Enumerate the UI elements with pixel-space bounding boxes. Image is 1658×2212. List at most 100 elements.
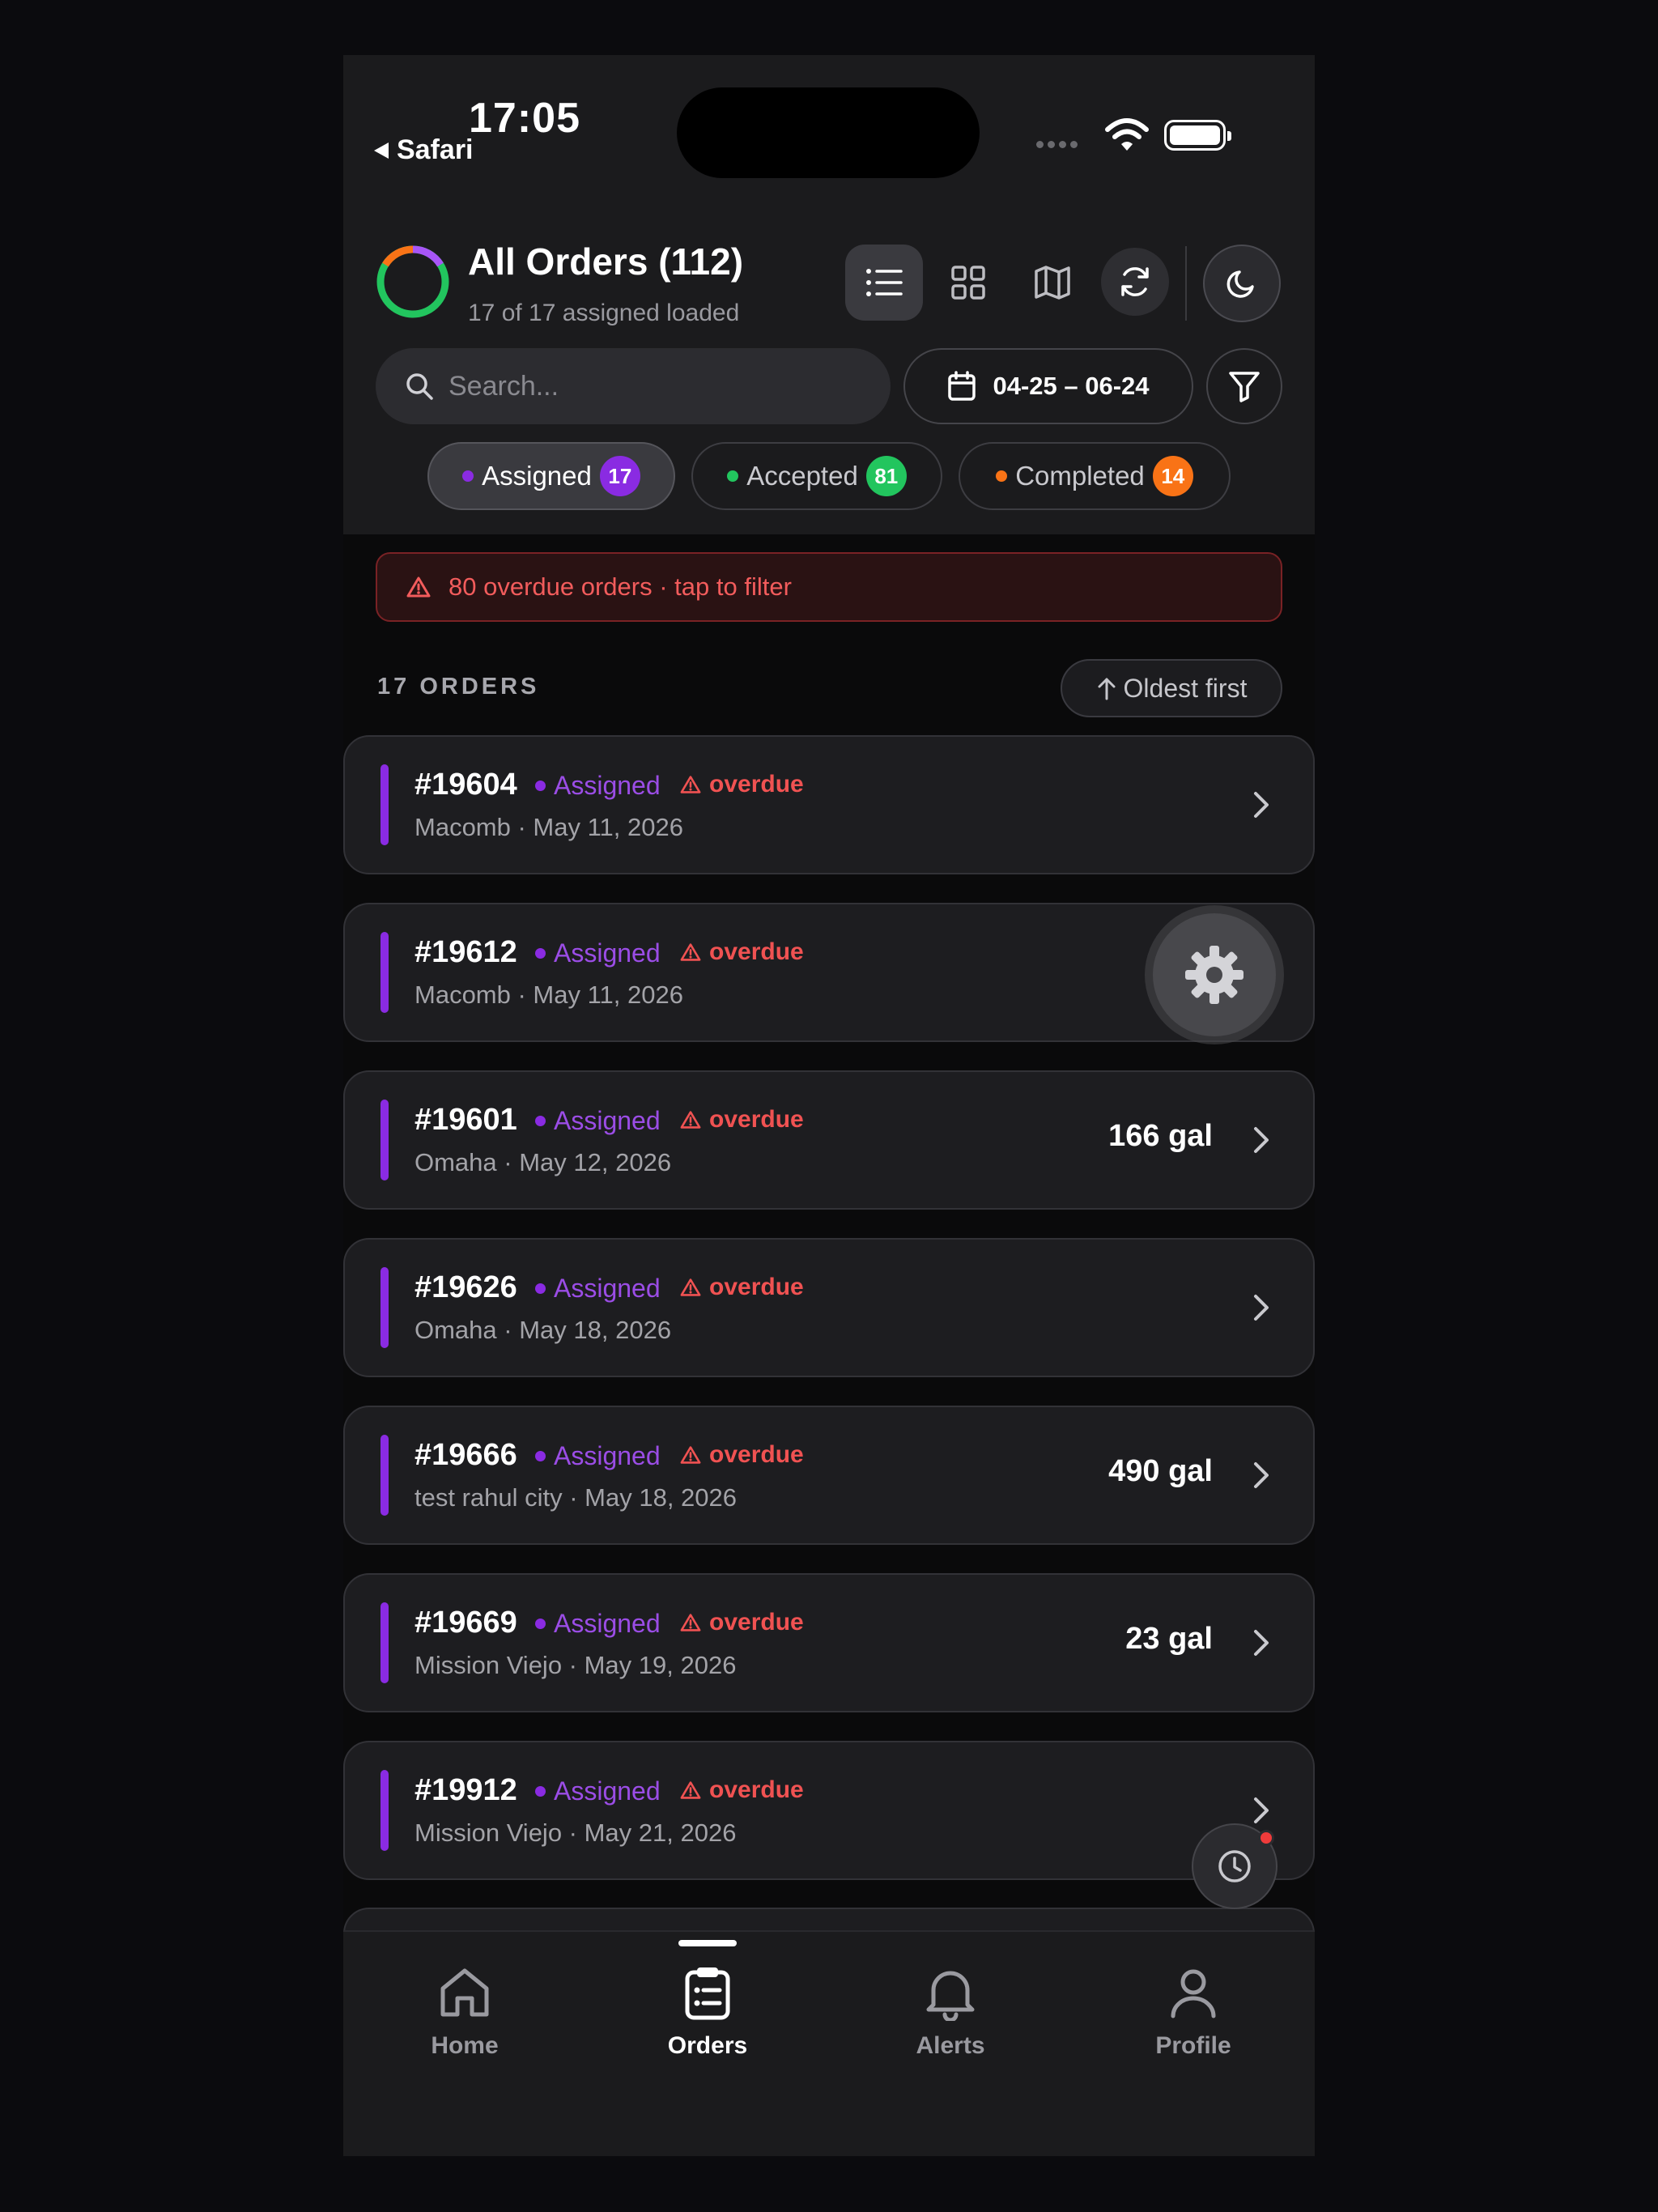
refresh-icon — [1121, 267, 1149, 296]
status-label: Assigned — [535, 1106, 661, 1136]
history-button[interactable] — [1192, 1823, 1278, 1909]
bottom-nav: Home Orders Alerts Profile — [343, 1930, 1315, 2156]
warning-icon — [680, 1614, 701, 1631]
filter-icon — [1229, 372, 1260, 402]
search-input[interactable]: Search... — [376, 348, 891, 424]
overdue-text: overdue — [709, 1609, 804, 1636]
status-label: Assigned — [535, 1274, 661, 1304]
order-card[interactable]: #19669 Assigned overdue Mission Viejo · May… — [343, 1573, 1315, 1712]
status-text: Assigned — [554, 938, 661, 968]
order-meta: test rahul city · May 18, 2026 — [414, 1483, 738, 1512]
filter-button[interactable] — [1206, 348, 1282, 424]
order-card[interactable]: #19601 Assigned overdue Omaha · May 12, 202… — [343, 1070, 1315, 1210]
header: 17:05 Safari All Orders (112) 17 of 17 a… — [343, 55, 1315, 534]
list-view-button[interactable] — [845, 245, 923, 321]
nav-label: Orders — [667, 2032, 748, 2059]
status-time: 17:05 — [469, 95, 580, 142]
overdue-text: overdue — [709, 1274, 804, 1300]
clock-icon — [1218, 1850, 1251, 1882]
tab-accepted[interactable]: Accepted 81 — [691, 442, 942, 510]
overdue-text: overdue — [709, 1441, 804, 1468]
order-card[interactable]: #19604 Assigned overdue Macomb · May 11, 20… — [343, 735, 1315, 874]
nav-label: Alerts — [916, 2032, 985, 2059]
order-volume: 490 gal — [1108, 1454, 1213, 1488]
list-icon — [866, 269, 903, 296]
user-icon — [1171, 1969, 1216, 2018]
warning-icon — [680, 1781, 701, 1799]
warning-icon — [680, 776, 701, 793]
overdue-flag: overdue — [680, 1274, 804, 1301]
status-text: Assigned — [554, 771, 661, 800]
tab-completed[interactable]: Completed 14 — [959, 442, 1231, 510]
warning-icon — [680, 1278, 701, 1296]
date-range-label: 04-25 – 06-24 — [993, 372, 1150, 400]
overdue-flag: overdue — [680, 771, 804, 798]
chevron-right-icon — [1254, 792, 1269, 818]
order-number: #19669 — [414, 1606, 517, 1640]
status-accent-bar — [380, 932, 389, 1013]
overdue-text: overdue — [709, 1776, 804, 1803]
theme-toggle-button[interactable] — [1203, 245, 1281, 322]
sort-button[interactable]: Oldest first — [1061, 659, 1282, 717]
order-card[interactable]: #19666 Assigned overdue test rahul city · M… — [343, 1406, 1315, 1545]
calendar-icon — [948, 371, 976, 401]
nav-orders[interactable]: Orders — [627, 1964, 789, 2060]
order-number: #19601 — [414, 1103, 517, 1137]
nav-label: Home — [431, 2032, 499, 2059]
tab-label: Completed — [1015, 461, 1145, 491]
map-view-button[interactable] — [1014, 245, 1091, 321]
overdue-flag: overdue — [680, 1776, 804, 1804]
order-card[interactable]: #19626 Assigned overdue Omaha · May 18, 202… — [343, 1238, 1315, 1377]
banner-text: 80 overdue orders · tap to filter — [449, 572, 792, 601]
order-number: #19604 — [414, 768, 517, 802]
chevron-right-icon — [1254, 1462, 1269, 1488]
toolbar-divider — [1185, 246, 1187, 321]
accepted-dot — [727, 470, 739, 482]
order-number: #19666 — [414, 1438, 517, 1472]
warning-icon — [680, 1446, 701, 1464]
clipboard-icon — [685, 1967, 730, 2020]
status-dot — [535, 1451, 546, 1461]
status-accent-bar — [380, 1770, 389, 1851]
status-dot — [535, 1786, 546, 1797]
overdue-banner[interactable]: 80 overdue orders · tap to filter — [376, 552, 1282, 622]
order-meta: Mission Viejo · May 19, 2026 — [414, 1651, 737, 1679]
active-tab-indicator — [678, 1940, 737, 1946]
status-label: Assigned — [535, 1441, 661, 1471]
tab-count-badge: 14 — [1152, 456, 1193, 496]
tab-count-badge: 81 — [865, 456, 907, 496]
status-label: Assigned — [535, 771, 661, 801]
tab-assigned[interactable]: Assigned 17 — [427, 442, 675, 510]
status-accent-bar — [380, 1100, 389, 1180]
dynamic-island — [677, 87, 980, 178]
arrow-up-icon — [1098, 678, 1116, 700]
order-card[interactable]: #19912 Assigned overdue Mission Viejo · May… — [343, 1741, 1315, 1880]
refresh-button[interactable] — [1101, 248, 1169, 316]
tab-label: Assigned — [482, 461, 592, 491]
status-text: Assigned — [554, 1609, 661, 1638]
notification-dot — [1258, 1830, 1274, 1846]
map-icon — [1035, 266, 1070, 300]
overdue-text: overdue — [709, 1106, 804, 1133]
status-label: Assigned — [535, 938, 661, 968]
chevron-right-icon — [1254, 1797, 1269, 1823]
phone-screen: 17:05 Safari All Orders (112) 17 of 17 a… — [343, 55, 1315, 2156]
signal-icon — [1036, 141, 1078, 148]
overdue-flag: overdue — [680, 1609, 804, 1636]
completed-dot — [996, 470, 1008, 482]
status-dot — [535, 1116, 546, 1126]
status-dot — [535, 948, 546, 959]
bell-icon — [926, 1971, 975, 2021]
assigned-dot — [462, 470, 474, 482]
grid-view-button[interactable] — [929, 245, 1007, 321]
warning-icon — [680, 1111, 701, 1129]
status-dot — [535, 1619, 546, 1629]
home-icon — [440, 1968, 489, 2017]
nav-home[interactable]: Home — [384, 1964, 546, 2060]
status-accent-bar — [380, 764, 389, 845]
nav-alerts[interactable]: Alerts — [869, 1964, 1031, 2060]
date-range-button[interactable]: 04-25 – 06-24 — [903, 348, 1193, 424]
settings-floating-button[interactable] — [1153, 913, 1276, 1036]
back-to-safari[interactable]: Safari — [374, 134, 474, 166]
nav-profile[interactable]: Profile — [1112, 1964, 1274, 2060]
